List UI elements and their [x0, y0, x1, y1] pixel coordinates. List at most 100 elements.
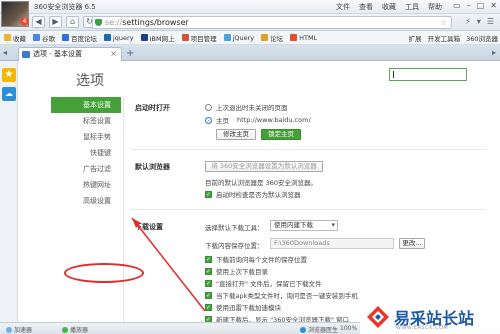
check-default-checkbox[interactable]: ✓ [205, 190, 212, 198]
favorite-star-icon[interactable]: ☆ [440, 17, 447, 28]
ibm-icon [140, 34, 148, 41]
status-browser-doctor[interactable]: 浏览器医生 [300, 325, 338, 334]
window-controls: ▭ – □ ✕ [453, 1, 497, 10]
download-option-ask[interactable]: ✓ 下载前询问每个文件的保存位置 [205, 254, 307, 264]
menu-file[interactable]: 文件 [336, 2, 350, 12]
download-thunder-checkbox[interactable]: ✓ [205, 303, 212, 311]
title-bar: 4 360安全浏览器 6.5 文件 查看 收藏 工具 帮助 ▭ – □ ✕ [0, 0, 500, 27]
download-last-dir-checkbox[interactable]: ✓ [205, 267, 212, 275]
new-tab-button[interactable]: + [126, 48, 134, 59]
bookmark-project[interactable]: 项目管理 [181, 33, 217, 43]
change-path-button[interactable]: 更改... [399, 238, 425, 249]
accelerator-icon [6, 326, 12, 333]
close-button[interactable]: ✕ [490, 1, 497, 10]
status-player[interactable]: 播放器 [62, 325, 88, 334]
bookmark-baidu-forum[interactable]: 百度论坛 [62, 33, 97, 43]
download-ask-checkbox[interactable]: ✓ [205, 255, 212, 263]
html-icon [290, 34, 298, 41]
nav-basic-settings[interactable]: 基本设置 [51, 97, 121, 113]
tab-close-icon[interactable]: × [110, 48, 117, 60]
page-title: 选项 [76, 73, 104, 89]
dropdown-icon[interactable]: ▾ [477, 17, 481, 26]
nav-shortcuts[interactable]: 快捷键 [51, 145, 121, 161]
settings-nav: 基本设置 标签设置 鼠标手势 快捷键 广告过滤 热键网址 高级设置 [51, 97, 121, 209]
nav-divider [123, 97, 124, 322]
startup-option-home[interactable]: 主页 http://www.baidu.com/ [205, 115, 311, 125]
download-apk-checkbox[interactable]: ✓ [205, 291, 212, 299]
tab-label: 选项 - 基本设置 [33, 50, 82, 58]
address-toolbar: ◀ ▶ ⌂ ↻ se://settings/browser ☆ ⚡ ▾ ☰ [0, 14, 500, 31]
download-option-last-dir[interactable]: ✓ 使用上次下载目录 [205, 266, 268, 276]
startup-home-radio[interactable] [205, 116, 212, 124]
forum-icon [261, 34, 269, 41]
favorites-star-icon[interactable]: ★ [2, 68, 16, 82]
side-rail: ★ ☁ [0, 61, 18, 322]
maximize-button[interactable]: □ [477, 1, 485, 10]
download-path-label: 下载内容保存位置： [205, 242, 264, 250]
download-path-input[interactable]: F:\360Downloads [270, 238, 394, 249]
edit-homepage-button[interactable]: 修改主页 [216, 129, 256, 140]
favorites-icon [4, 34, 11, 41]
jquery-icon [223, 34, 231, 41]
default-browser-status: 目前的默认浏览器是 360安全浏览器。 [205, 179, 317, 187]
settings-search-input[interactable] [389, 68, 467, 81]
status-zoom[interactable]: 100% [340, 325, 357, 332]
set-default-browser-button[interactable]: 将 360安全浏览器设置为默认浏览器 [205, 161, 323, 172]
nav-mouse-gestures[interactable]: 鼠标手势 [51, 129, 121, 145]
download-option-apk[interactable]: ✓ 当下载apk类型文件时，询问是否一键安装到手机 [205, 290, 358, 300]
default-browser-heading: 默认浏览器 [135, 163, 170, 171]
lock-homepage-button[interactable]: 锁定主页 [261, 129, 301, 140]
tab-scroll-left-icon[interactable]: ◂ [3, 48, 7, 57]
home-url: http://www.baidu.com/ [237, 116, 311, 124]
forward-button[interactable]: ▶ [49, 16, 62, 28]
bookmark-jquery-2[interactable]: jQuery [223, 34, 254, 42]
download-keep-file-checkbox[interactable]: ✓ [205, 279, 212, 287]
bookmark-html[interactable]: HTML [290, 34, 317, 42]
devtools-button[interactable]: 开发工具箱 [428, 33, 461, 43]
nav-advanced-settings[interactable]: 高级设置 [51, 193, 121, 209]
nav-tab-settings[interactable]: 标签设置 [51, 113, 121, 129]
startup-last-radio[interactable] [205, 103, 212, 111]
bookmarks-right-tools: 扩展 开发工具箱 360浏览器 [409, 33, 498, 43]
download-option-keep-file[interactable]: ✓ "直接打开" 文件后，保留已下载文件 [205, 278, 322, 288]
google-icon [33, 34, 40, 41]
menu-icon[interactable]: ☰ [487, 17, 494, 26]
download-option-thunder[interactable]: ✓ 使用迅雷下载加速模块 [205, 302, 281, 312]
menu-favorites[interactable]: 收藏 [382, 2, 396, 12]
download-tool-select[interactable]: 使用内建下载 [270, 220, 338, 231]
security-shield-icon [95, 19, 102, 26]
minimize-button[interactable]: – [467, 1, 471, 10]
nav-buttons: ◀ ▶ ⌂ ↻ [32, 16, 96, 28]
browser360-button[interactable]: 360浏览器 [466, 33, 498, 43]
tab-options[interactable]: 选项 - 基本设置 × [18, 47, 122, 61]
bookmark-favorites[interactable]: 收藏 [4, 33, 26, 43]
player-icon [62, 326, 68, 333]
check-default-on-start[interactable]: ✓ 启动时检查是否为默认浏览器 [205, 189, 301, 199]
url-scheme: se:// [105, 18, 123, 27]
download-heading: 下载设置 [135, 223, 163, 231]
home-button[interactable]: ⌂ [66, 16, 79, 28]
startup-option-last[interactable]: 上次退出时未关闭的页面 [205, 102, 288, 112]
bookmark-ibm[interactable]: IBM网上 [140, 33, 175, 43]
tab-scroll-right-icon[interactable]: ▸ [492, 48, 496, 57]
menu-tools[interactable]: 工具 [405, 2, 419, 12]
extensions-button[interactable]: 扩展 [409, 33, 422, 43]
skin-icon[interactable]: ▭ [453, 1, 461, 10]
address-input[interactable]: se://settings/browser ☆ [92, 16, 452, 29]
bookmark-jquery[interactable]: jquery [104, 34, 134, 42]
section-divider [131, 209, 486, 210]
project-icon [181, 34, 189, 41]
back-button[interactable]: ◀ [32, 16, 45, 28]
status-accelerator[interactable]: 加速器 [6, 325, 32, 334]
bookmark-forum[interactable]: 论坛 [261, 33, 283, 43]
bookmark-google[interactable]: 谷歌 [33, 33, 55, 43]
avatar-notification-badge: 4 [20, 17, 29, 26]
nav-ad-filter[interactable]: 广告过滤 [51, 161, 121, 177]
cloud-sync-icon[interactable]: ☁ [2, 87, 16, 101]
lightning-icon[interactable]: ⚡ [465, 17, 471, 26]
doctor-icon [300, 326, 306, 333]
menu-view[interactable]: 查看 [359, 2, 373, 12]
watermark-logo-icon [367, 306, 389, 328]
menu-help[interactable]: 帮助 [428, 2, 442, 12]
nav-hotkey-urls[interactable]: 热键网址 [51, 177, 121, 193]
